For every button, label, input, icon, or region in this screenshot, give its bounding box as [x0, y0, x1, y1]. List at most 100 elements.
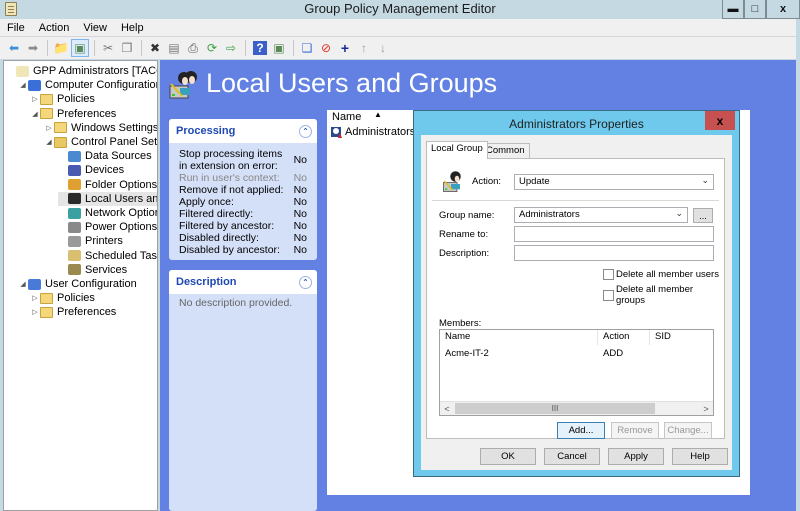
move-down-icon[interactable]: ↓	[374, 39, 392, 57]
members-col-sid[interactable]: SID	[650, 330, 713, 345]
add-icon[interactable]: +	[336, 39, 354, 57]
back-icon[interactable]: ⬅	[5, 39, 23, 57]
scroll-right-icon[interactable]: >	[699, 402, 713, 415]
column-name-label: Name	[332, 111, 362, 123]
action-select[interactable]: Update ⌄	[514, 174, 714, 190]
expanded-arrow-icon[interactable]: ◢	[44, 138, 54, 146]
tab-common[interactable]: Common	[481, 143, 530, 158]
collapsed-arrow-icon[interactable]: ▷	[30, 95, 40, 103]
processing-row-value: No	[293, 172, 307, 184]
checkbox-box[interactable]	[603, 289, 614, 301]
forward-icon[interactable]: ➡	[24, 39, 42, 57]
refresh-icon[interactable]: ⟳	[203, 39, 221, 57]
collapsed-arrow-icon[interactable]: ▷	[30, 308, 40, 316]
checkbox-label: Delete all member users	[616, 269, 719, 280]
toolbar-separator	[293, 40, 294, 56]
checkbox-box[interactable]	[603, 269, 614, 280]
properties-icon[interactable]: ▤	[165, 39, 183, 57]
tree-item[interactable]: Local Users and Groups	[58, 191, 157, 206]
help-icon[interactable]: ?	[253, 41, 267, 55]
delete-icon[interactable]: ✖	[146, 39, 164, 57]
change-member-button[interactable]: Change...	[664, 422, 712, 439]
ok-button[interactable]: OK	[480, 448, 536, 465]
tree-item[interactable]: ◢ Control Panel Settings	[44, 135, 157, 149]
show-action-pane-icon[interactable]: ▣	[270, 39, 288, 57]
tree-item[interactable]: Devices	[58, 163, 124, 177]
column-header-name[interactable]: Name ▲	[327, 110, 417, 124]
processing-row: Apply once: No	[169, 196, 317, 208]
processing-row-label: Remove if not applied:	[179, 184, 284, 196]
window-controls: ▬ □ x	[722, 0, 800, 19]
move-up-icon[interactable]: ↑	[355, 39, 373, 57]
menu-bar: File Action View Help	[0, 19, 796, 37]
tree-item[interactable]: Printers	[58, 234, 123, 248]
tree-item[interactable]: Folder Options	[58, 178, 157, 192]
tree-item[interactable]: Data Sources	[58, 149, 152, 163]
tab-local-group[interactable]: Local Group	[426, 141, 488, 159]
remove-member-button[interactable]: Remove	[611, 422, 659, 439]
tree-item[interactable]: Network Options	[58, 206, 157, 220]
show-hide-tree-icon[interactable]: ▣	[71, 39, 89, 57]
print-icon[interactable]: ⎙	[184, 39, 202, 57]
rename-to-input[interactable]	[514, 226, 714, 242]
close-window-button[interactable]: x	[766, 0, 800, 19]
checkbox-label: Delete all member groups	[615, 284, 694, 306]
toolbar-separator	[245, 40, 246, 56]
menu-help[interactable]: Help	[121, 22, 144, 34]
tree-item-label: Windows Settings	[71, 121, 158, 134]
menu-view[interactable]: View	[83, 22, 107, 34]
browse-group-button[interactable]: ...	[693, 208, 713, 223]
tree-item[interactable]: ▷ Policies	[30, 291, 95, 305]
members-col-name[interactable]: Name	[440, 330, 598, 345]
toolbar-separator	[47, 40, 48, 56]
tree-item[interactable]: ▷ Policies	[30, 92, 95, 106]
tree-item[interactable]: GPP Administrators [TACO.ACM	[6, 64, 157, 78]
expanded-arrow-icon[interactable]: ◢	[30, 110, 40, 118]
stop-icon[interactable]: ⊘	[317, 39, 335, 57]
cut-icon[interactable]: ✂	[99, 39, 117, 57]
members-horizontal-scrollbar[interactable]: < III >	[440, 401, 713, 415]
minimize-button[interactable]: ▬	[722, 0, 744, 19]
folder-icon	[40, 306, 53, 318]
scroll-left-icon[interactable]: <	[440, 402, 454, 415]
collapsed-arrow-icon[interactable]: ▷	[44, 124, 54, 132]
dialog-title: Administrators Properties	[509, 117, 644, 131]
export-list-icon[interactable]: ⇨	[222, 39, 240, 57]
copy-icon[interactable]: ❐	[118, 39, 136, 57]
dialog-close-button[interactable]: x	[705, 111, 735, 130]
new-item-icon[interactable]: ❏	[298, 39, 316, 57]
menu-action[interactable]: Action	[39, 22, 70, 34]
add-member-button[interactable]: Add...	[557, 422, 605, 439]
group-name-combo[interactable]: Administrators ⌄	[514, 207, 688, 223]
processing-row: Filtered by ancestor: No	[169, 220, 317, 232]
tree-item[interactable]: ▷ Windows Settings	[44, 121, 158, 135]
list-item[interactable]: Administrators	[331, 126, 415, 138]
collapsed-arrow-icon[interactable]: ▷	[30, 294, 40, 302]
tree-item[interactable]: ▷ Preferences	[30, 305, 116, 319]
expanded-arrow-icon[interactable]: ◢	[18, 81, 28, 89]
description-input[interactable]	[514, 245, 714, 261]
delete-member-groups-checkbox[interactable]: Delete all member groups	[603, 284, 724, 306]
tree-item[interactable]: Scheduled Tasks	[58, 249, 157, 263]
processing-row: Filtered directly: No	[169, 208, 317, 220]
scroll-thumb[interactable]: III	[455, 403, 655, 414]
cancel-button[interactable]: Cancel	[544, 448, 600, 465]
apply-button[interactable]: Apply	[608, 448, 664, 465]
tree-item[interactable]: ◢ User Configuration	[18, 277, 136, 291]
delete-member-users-checkbox[interactable]: Delete all member users	[603, 269, 719, 280]
tree-item[interactable]: Services	[58, 263, 127, 277]
up-level-icon[interactable]: 📁	[52, 39, 70, 57]
tree-item[interactable]: Power Options	[58, 220, 157, 234]
collapse-description-icon[interactable]: ⌃	[299, 275, 312, 289]
tree-item[interactable]: ◢ Preferences	[30, 107, 116, 121]
devices-icon	[68, 164, 81, 176]
help-button[interactable]: Help	[672, 448, 728, 465]
toolbar-separator	[94, 40, 95, 56]
maximize-button[interactable]: □	[744, 0, 766, 19]
title-bar: Group Policy Management Editor ▬ □ x	[0, 0, 800, 19]
expanded-arrow-icon[interactable]: ◢	[18, 280, 28, 288]
menu-file[interactable]: File	[7, 22, 25, 34]
tree-item[interactable]: ◢ Computer Configuration	[18, 78, 157, 92]
members-col-action[interactable]: Action	[598, 330, 650, 345]
collapse-processing-icon[interactable]: ⌃	[299, 124, 312, 138]
